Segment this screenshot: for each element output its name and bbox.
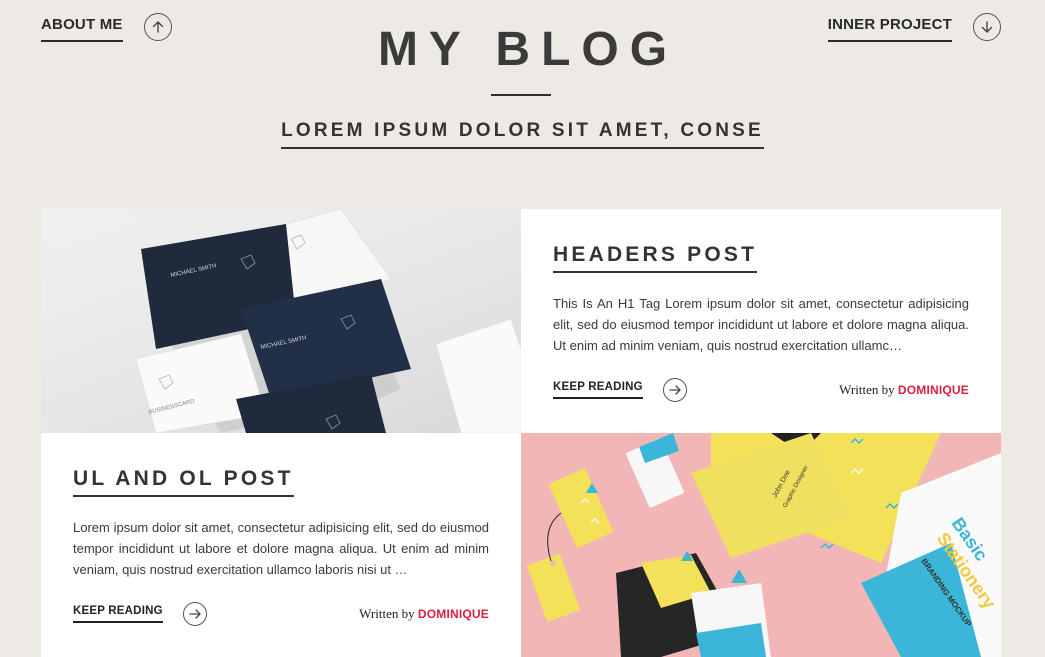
- post-card-ul-ol: UL AND OL POST Lorem ipsum dolor sit ame…: [41, 433, 521, 657]
- title-divider: [491, 94, 551, 96]
- post-image-business-cards[interactable]: MICHAEL SMITH MICHAEL SMITH BUSINESSCARD: [41, 209, 521, 433]
- post-title[interactable]: UL AND OL POST: [73, 467, 294, 497]
- post-grid: MICHAEL SMITH MICHAEL SMITH BUSINESSCARD: [41, 209, 1001, 657]
- post-excerpt: Lorem ipsum dolor sit amet, consectetur …: [73, 520, 489, 577]
- post-title[interactable]: HEADERS POST: [553, 243, 758, 273]
- post-card-headers: HEADERS POST This Is An H1 Tag Lorem ips…: [521, 209, 1001, 433]
- author-link[interactable]: DOMINIQUE: [898, 383, 969, 397]
- arrow-right-icon[interactable]: [662, 378, 687, 402]
- site-title: MY BLOG: [377, 23, 679, 76]
- arrow-right-icon[interactable]: [182, 602, 207, 626]
- keep-reading-link[interactable]: KEEP READING: [553, 381, 643, 399]
- keep-reading-link[interactable]: KEEP READING: [73, 605, 163, 623]
- stationery-mockup-graphic: John Doe Graphic Designer Basic Statione…: [527, 433, 1001, 657]
- author-link[interactable]: DOMINIQUE: [418, 607, 489, 621]
- post-excerpt: This Is An H1 Tag Lorem ipsum dolor sit …: [553, 296, 969, 353]
- business-card-mockup-graphic: MICHAEL SMITH MICHAEL SMITH BUSINESSCARD: [135, 209, 521, 433]
- post-byline: Written by DOMINIQUE: [359, 606, 489, 622]
- post-image-stationery[interactable]: John Doe Graphic Designer Basic Statione…: [521, 433, 1001, 657]
- written-by-text: Written by: [359, 606, 415, 621]
- written-by-text: Written by: [839, 382, 895, 397]
- post-byline: Written by DOMINIQUE: [839, 382, 969, 398]
- site-subtitle: LOREM IPSUM DOLOR SIT AMET, CONSE: [281, 120, 764, 149]
